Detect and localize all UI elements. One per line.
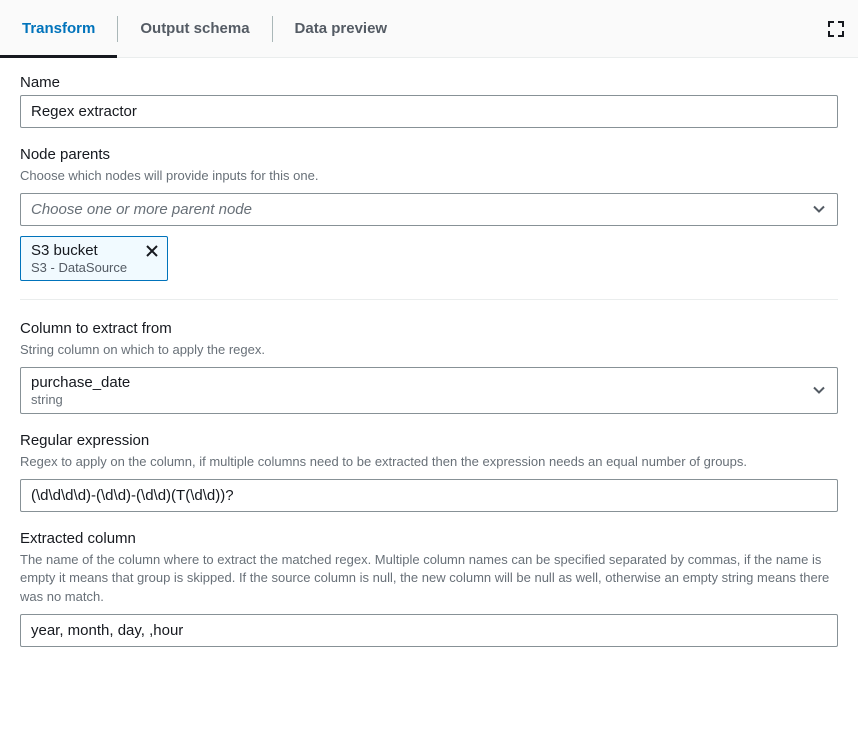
tab-bar: Transform Output schema Data preview <box>0 0 858 58</box>
column-extract-select[interactable]: purchase_date string <box>20 367 838 414</box>
regex-input[interactable] <box>20 479 838 512</box>
extracted-input[interactable] <box>20 614 838 647</box>
name-label: Name <box>20 74 838 91</box>
node-parents-desc: Choose which nodes will provide inputs f… <box>20 167 838 186</box>
expand-icon[interactable] <box>828 21 844 37</box>
extracted-label: Extracted column <box>20 530 838 547</box>
regex-field: Regular expression Regex to apply on the… <box>20 432 838 512</box>
tab-output-schema[interactable]: Output schema <box>118 0 271 57</box>
chevron-down-icon <box>813 382 825 399</box>
extracted-desc: The name of the column where to extract … <box>20 551 838 608</box>
column-extract-field: Column to extract from String column on … <box>20 320 838 414</box>
parent-chip-title: S3 bucket <box>31 242 131 259</box>
column-extract-label: Column to extract from <box>20 320 838 337</box>
column-extract-value: purchase_date <box>31 374 803 391</box>
parent-chip-sub: S3 - DataSource <box>31 260 131 275</box>
parent-chip: S3 bucket S3 - DataSource <box>20 236 168 281</box>
extracted-field: Extracted column The name of the column … <box>20 530 838 648</box>
name-field: Name <box>20 74 838 128</box>
regex-label: Regular expression <box>20 432 838 449</box>
column-extract-desc: String column on which to apply the rege… <box>20 341 838 360</box>
regex-desc: Regex to apply on the column, if multipl… <box>20 453 838 472</box>
tab-data-preview[interactable]: Data preview <box>273 0 410 57</box>
form-content: Name Node parents Choose which nodes wil… <box>0 58 858 671</box>
node-parents-field: Node parents Choose which nodes will pro… <box>20 146 838 281</box>
chevron-down-icon <box>813 201 825 218</box>
node-parents-label: Node parents <box>20 146 838 163</box>
column-extract-type: string <box>31 392 803 407</box>
name-input[interactable] <box>20 95 838 128</box>
tab-transform[interactable]: Transform <box>0 0 117 57</box>
close-icon[interactable] <box>145 244 159 261</box>
divider <box>20 299 838 300</box>
node-parents-placeholder: Choose one or more parent node <box>31 201 252 218</box>
node-parents-select[interactable]: Choose one or more parent node <box>20 193 838 226</box>
